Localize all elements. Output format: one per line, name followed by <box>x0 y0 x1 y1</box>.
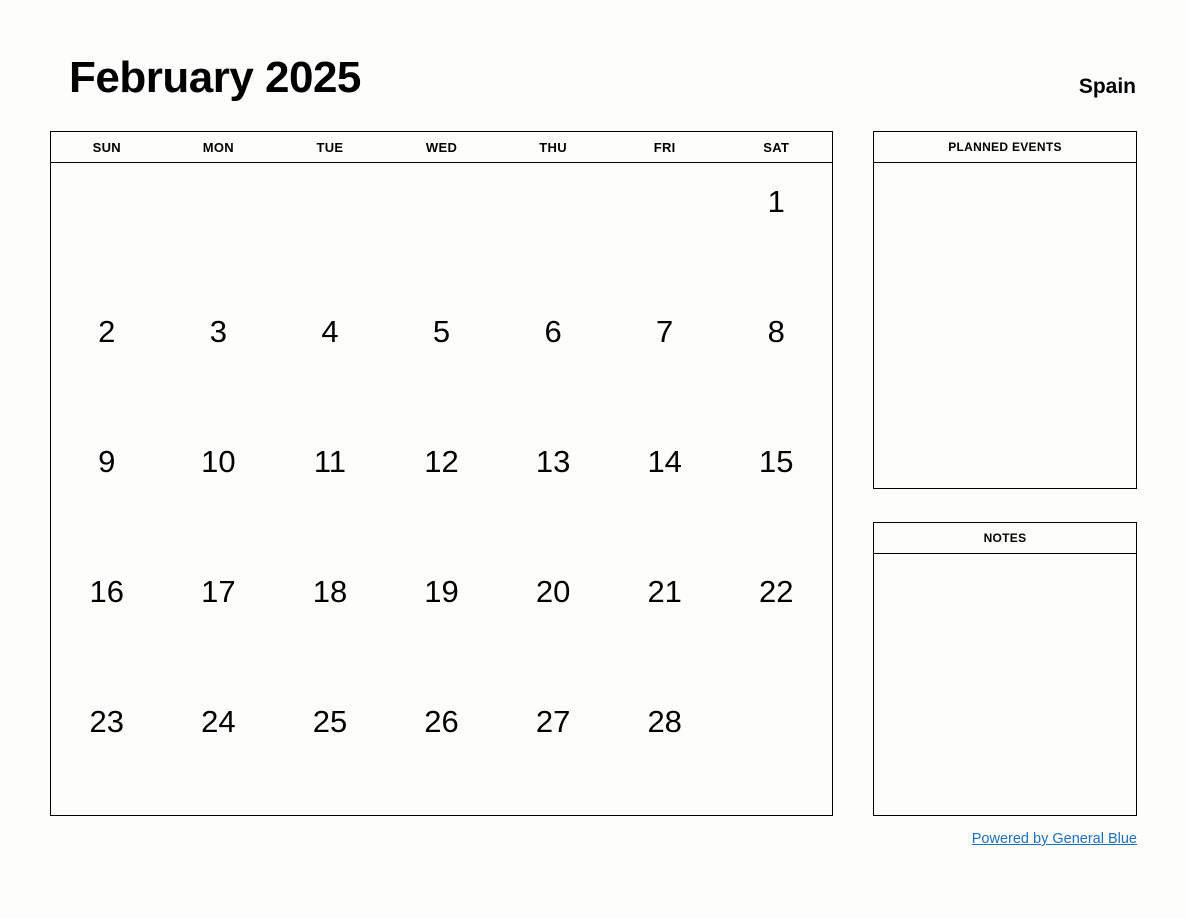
day-number: 10 <box>201 444 236 479</box>
planned-events-panel: PLANNED EVENTS <box>873 131 1137 489</box>
day-number: 12 <box>424 444 459 479</box>
calendar-week-row: 2 3 4 5 6 7 8 <box>51 293 832 423</box>
day-cell[interactable]: 23 <box>51 683 163 813</box>
day-cell[interactable]: 14 <box>609 423 721 553</box>
day-number: 8 <box>767 314 785 349</box>
day-cell[interactable]: 20 <box>497 553 609 683</box>
calendar-weeks: 1 2 3 4 5 6 7 8 9 10 11 12 13 14 15 16 1… <box>51 163 832 815</box>
page-header: February 2025 Spain <box>50 52 1136 114</box>
day-cell[interactable] <box>720 683 832 813</box>
day-cell[interactable]: 15 <box>720 423 832 553</box>
day-cell[interactable] <box>51 163 163 293</box>
footer: Powered by General Blue <box>873 830 1137 848</box>
day-number: 2 <box>98 314 116 349</box>
day-cell[interactable]: 19 <box>386 553 498 683</box>
day-cell[interactable]: 5 <box>386 293 498 423</box>
day-cell[interactable]: 2 <box>51 293 163 423</box>
day-number: 11 <box>313 444 347 479</box>
day-number: 3 <box>209 314 227 349</box>
day-number: 13 <box>535 444 571 479</box>
day-number: 5 <box>432 314 451 349</box>
calendar-week-row: 1 <box>51 163 832 293</box>
page-title: February 2025 <box>69 53 361 102</box>
day-cell[interactable] <box>163 163 275 293</box>
day-cell[interactable]: 1 <box>720 163 832 293</box>
day-number: 26 <box>424 704 459 739</box>
weekday-header-row: SUN MON TUE WED THU FRI SAT <box>51 132 832 163</box>
day-number: 19 <box>424 574 459 609</box>
notes-body[interactable] <box>874 554 1136 815</box>
day-number: 23 <box>89 704 125 739</box>
day-cell[interactable]: 10 <box>163 423 275 553</box>
day-number: 18 <box>312 574 348 609</box>
day-number: 21 <box>647 574 682 609</box>
day-number: 17 <box>201 574 236 609</box>
weekday-header-wed: WED <box>425 139 458 155</box>
day-cell[interactable]: 17 <box>163 553 275 683</box>
day-number: 14 <box>647 444 682 479</box>
day-number: 25 <box>312 704 348 739</box>
day-number: 27 <box>535 704 571 739</box>
day-cell[interactable] <box>609 163 721 293</box>
planned-events-body[interactable] <box>874 163 1136 488</box>
day-number: 22 <box>759 574 794 609</box>
day-cell[interactable]: 18 <box>274 553 386 683</box>
day-cell[interactable] <box>274 163 386 293</box>
day-cell[interactable]: 16 <box>51 553 163 683</box>
day-cell[interactable]: 7 <box>609 293 721 423</box>
day-number: 9 <box>98 444 116 479</box>
day-cell[interactable]: 27 <box>497 683 609 813</box>
day-number: 15 <box>759 444 794 479</box>
planned-events-title: PLANNED EVENTS <box>874 132 1136 163</box>
day-cell[interactable]: 9 <box>51 423 163 553</box>
day-cell[interactable]: 22 <box>720 553 832 683</box>
day-cell[interactable]: 21 <box>609 553 721 683</box>
day-cell[interactable]: 8 <box>720 293 832 423</box>
day-number: 28 <box>647 704 682 739</box>
day-cell[interactable]: 3 <box>163 293 275 423</box>
weekday-header-thu: THU <box>539 139 567 155</box>
day-number: 4 <box>321 314 339 349</box>
day-number: 24 <box>201 704 236 739</box>
weekday-header-sun: SUN <box>92 139 121 155</box>
day-cell[interactable] <box>386 163 498 293</box>
day-number: 16 <box>89 574 125 609</box>
day-cell[interactable]: 28 <box>609 683 721 813</box>
day-cell[interactable]: 6 <box>497 293 609 423</box>
day-cell[interactable] <box>497 163 609 293</box>
day-number: 7 <box>656 314 674 349</box>
weekday-header-fri: FRI <box>653 139 676 155</box>
calendar-week-row: 23 24 25 26 27 28 <box>51 683 832 813</box>
day-cell[interactable]: 11 <box>274 423 386 553</box>
day-number: 1 <box>767 184 785 219</box>
day-cell[interactable]: 4 <box>274 293 386 423</box>
region-label: Spain <box>1078 75 1136 98</box>
day-cell[interactable]: 24 <box>163 683 275 813</box>
weekday-header-mon: MON <box>202 139 234 155</box>
day-cell[interactable]: 25 <box>274 683 386 813</box>
weekday-header-tue: TUE <box>316 139 344 155</box>
day-cell[interactable]: 13 <box>497 423 609 553</box>
day-number: 20 <box>535 574 571 609</box>
calendar-week-row: 16 17 18 19 20 21 22 <box>51 553 832 683</box>
day-number: 6 <box>544 314 562 349</box>
calendar-week-row: 9 10 11 12 13 14 15 <box>51 423 832 553</box>
notes-panel: NOTES <box>873 522 1137 816</box>
powered-by-general-blue-link[interactable]: Powered by General Blue <box>972 831 1137 847</box>
notes-title: NOTES <box>874 523 1136 554</box>
day-cell[interactable]: 26 <box>386 683 498 813</box>
day-cell[interactable]: 12 <box>386 423 498 553</box>
calendar-grid: SUN MON TUE WED THU FRI SAT 1 2 3 4 5 6 … <box>50 131 833 816</box>
weekday-header-sat: SAT <box>763 139 790 155</box>
